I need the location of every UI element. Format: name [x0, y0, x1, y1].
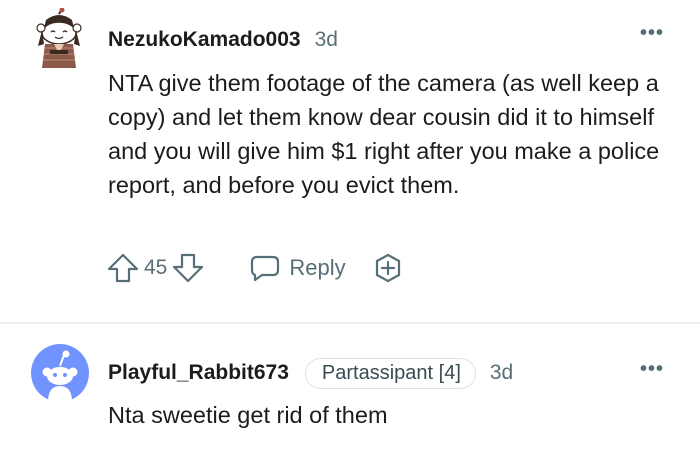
- username[interactable]: NezukoKamado003: [108, 28, 301, 52]
- user-avatar[interactable]: [32, 7, 86, 70]
- reply-bubble-icon: [249, 253, 281, 283]
- comment-meta: NezukoKamado003 3d: [108, 26, 338, 54]
- more-options-icon[interactable]: •••: [640, 22, 664, 45]
- comment-body: Nta sweetie get rid of them: [108, 402, 388, 428]
- comment: Playful_Rabbit673 Partassipant [4] 3d ••…: [0, 324, 700, 457]
- comment-actions: 45 Reply: [106, 248, 404, 288]
- user-flair: Partassipant [4]: [304, 357, 476, 389]
- username[interactable]: Playful_Rabbit673: [108, 361, 289, 385]
- more-options-icon[interactable]: •••: [640, 358, 664, 381]
- timestamp: 3d: [314, 28, 338, 51]
- avatar-icon: [31, 344, 89, 402]
- downvote-icon[interactable]: [171, 252, 205, 284]
- vote-score: 45: [144, 256, 168, 279]
- timestamp: 3d: [489, 361, 514, 384]
- comment-meta: Playful_Rabbit673 Partassipant [4] 3d: [108, 357, 513, 389]
- reply-button[interactable]: Reply: [249, 253, 346, 283]
- upvote-icon[interactable]: [106, 252, 140, 284]
- comment: NezukoKamado003 3d ••• NTA give them foo…: [0, 0, 700, 322]
- comment-body: NTA give them footage of the camera (as …: [108, 70, 660, 198]
- user-avatar[interactable]: [31, 344, 89, 402]
- avatar-icon: [36, 7, 82, 68]
- reply-label: Reply: [289, 255, 346, 280]
- award-icon[interactable]: [372, 252, 404, 284]
